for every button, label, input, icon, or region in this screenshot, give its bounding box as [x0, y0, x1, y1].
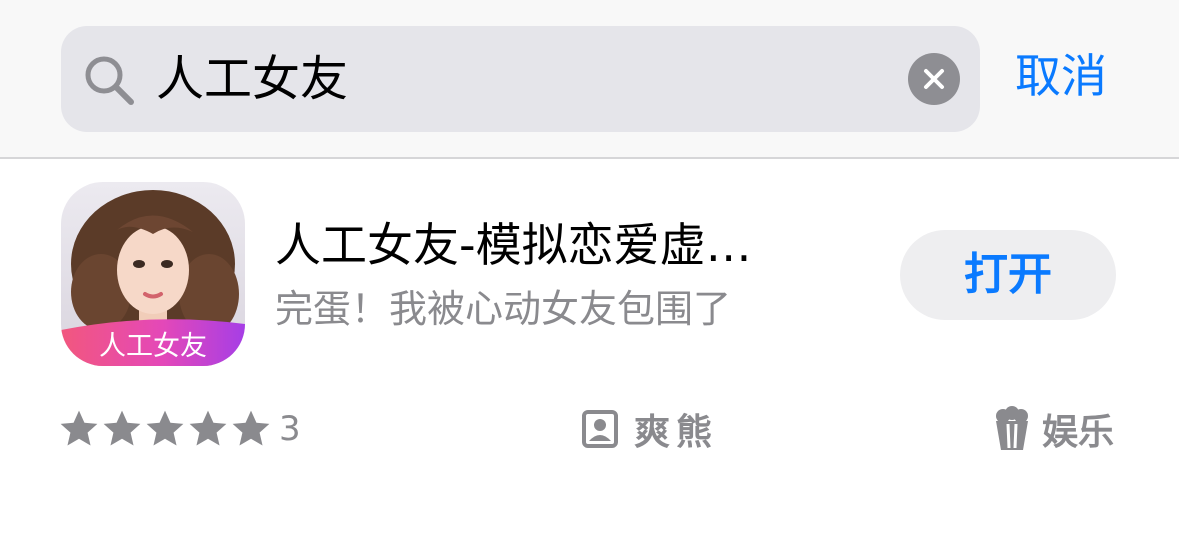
star-icon [103, 410, 141, 446]
app-icon-label: 人工女友 [99, 331, 207, 362]
search-header: 人工女友 取消 [0, 0, 1179, 159]
star-icon [189, 410, 227, 446]
search-bar[interactable]: 人工女友 [61, 26, 980, 132]
category[interactable]: 娱乐 [994, 404, 1114, 454]
person-icon [582, 410, 618, 448]
app-subtitle: 完蛋！我被心动女友包围了 [275, 287, 732, 331]
category-name: 娱乐 [1042, 412, 1115, 453]
rating-count: 3 [279, 409, 301, 449]
rating-stars [58, 408, 273, 450]
cancel-button[interactable]: 取消 [1015, 44, 1107, 108]
app-title[interactable]: 人工女友-模拟恋爱虚… [275, 214, 895, 276]
star-icon [232, 410, 270, 446]
popcorn-icon [996, 406, 1028, 450]
search-input[interactable]: 人工女友 [156, 48, 348, 110]
star-icon [146, 410, 184, 446]
star-icon [60, 410, 98, 446]
app-icon[interactable]: 人工女友 [61, 182, 245, 366]
developer-name: 爽熊 [634, 412, 719, 453]
clear-icon [924, 69, 944, 89]
open-button[interactable]: 打开 [900, 230, 1116, 320]
rating: 3 [58, 406, 301, 452]
developer[interactable]: 爽熊 [582, 404, 718, 454]
clear-search-button[interactable] [908, 53, 960, 105]
search-icon [85, 56, 134, 105]
